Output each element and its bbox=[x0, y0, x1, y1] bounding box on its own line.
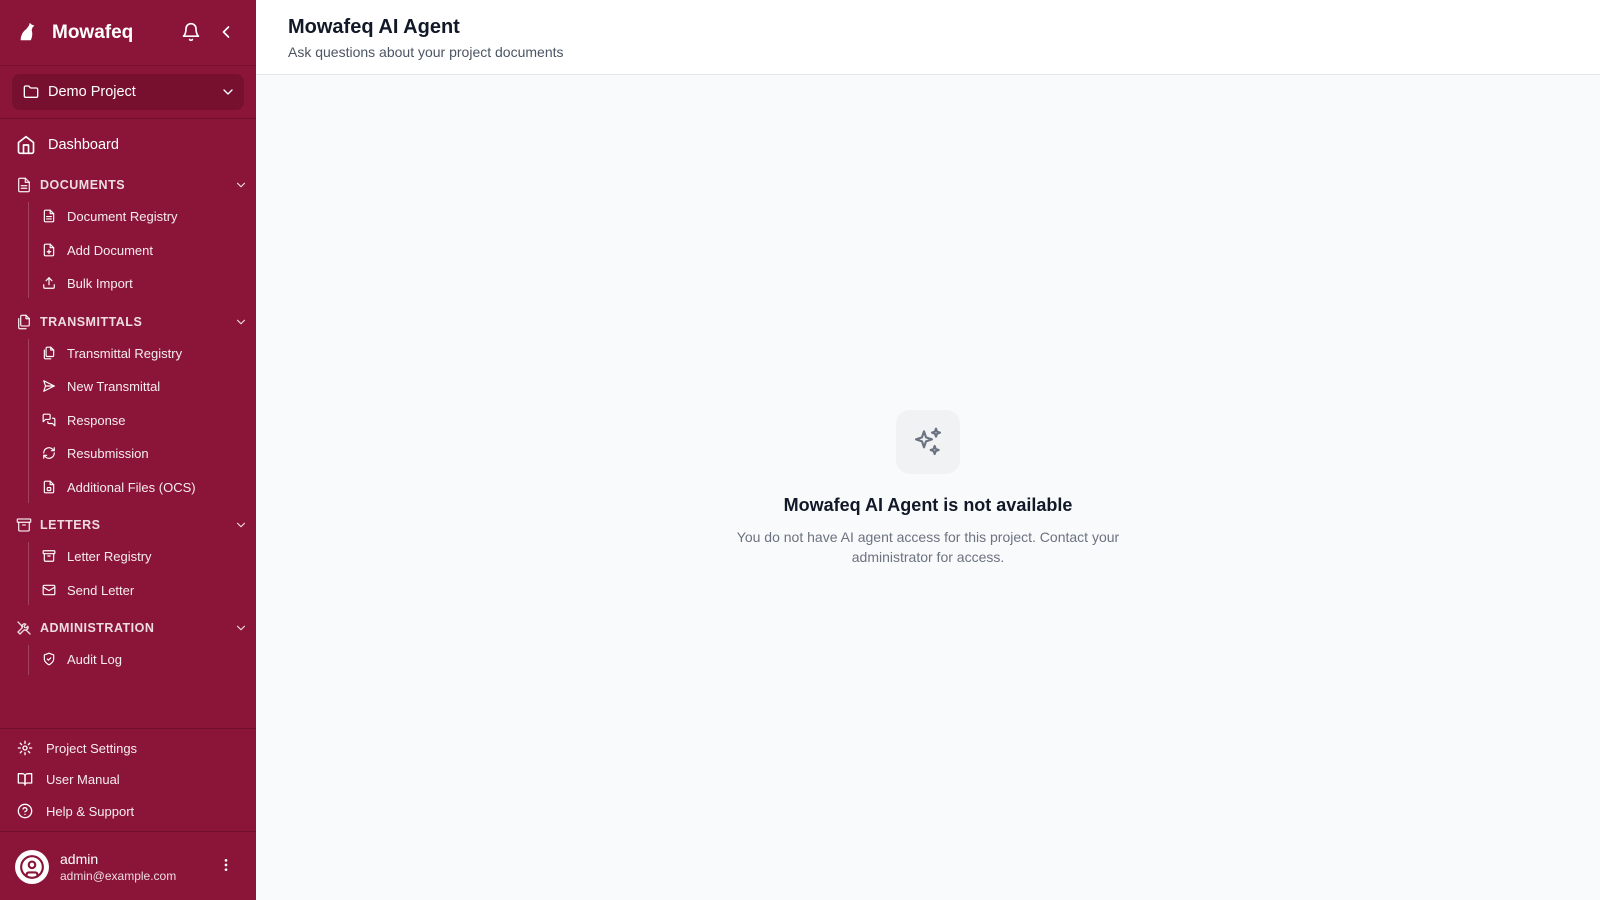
archive-icon bbox=[42, 550, 56, 562]
home-icon bbox=[17, 135, 35, 155]
nav-audit-log[interactable]: Audit Log bbox=[36, 645, 248, 673]
help-circle-icon bbox=[17, 803, 33, 819]
nav-resubmission[interactable]: Resubmission bbox=[36, 439, 248, 467]
file-text-icon bbox=[43, 209, 55, 223]
chevron-down-icon bbox=[223, 89, 233, 95]
divider bbox=[0, 831, 256, 832]
nav-dashboard[interactable]: Dashboard bbox=[0, 130, 256, 160]
sidebar: Mowafeq Demo Project Dashboard DOCUMENTS bbox=[0, 0, 256, 900]
section-transmittals-label: TRANSMITTALS bbox=[40, 315, 143, 329]
mail-icon bbox=[42, 584, 56, 596]
files-icon bbox=[43, 346, 55, 360]
chevron-down-icon bbox=[236, 182, 246, 188]
empty-state-description: You do not have AI agent access for this… bbox=[736, 529, 1120, 565]
section-guide-line bbox=[28, 645, 29, 675]
file-lock-icon bbox=[43, 480, 55, 494]
section-guide-line bbox=[28, 202, 29, 298]
nav-dashboard-label: Dashboard bbox=[48, 137, 119, 153]
nav-letter-registry[interactable]: Letter Registry bbox=[36, 542, 248, 570]
nav-new-transmittal-label: New Transmittal bbox=[67, 379, 161, 394]
section-guide-line bbox=[28, 339, 29, 503]
collapse-sidebar-icon[interactable] bbox=[216, 22, 236, 42]
refresh-icon bbox=[43, 447, 55, 459]
nav-document-registry[interactable]: Document Registry bbox=[36, 202, 248, 230]
section-administration-label: ADMINISTRATION bbox=[40, 621, 155, 635]
user-email: admin@example.com bbox=[60, 869, 177, 883]
app-brand: Mowafeq bbox=[52, 22, 134, 43]
chevron-down-icon bbox=[236, 319, 246, 325]
empty-state-icon-box bbox=[896, 410, 960, 474]
logo-icon bbox=[20, 22, 35, 41]
nav-user-manual[interactable]: User Manual bbox=[0, 766, 256, 792]
upload-icon bbox=[43, 277, 55, 289]
gear-icon bbox=[17, 740, 33, 756]
chevron-down-icon bbox=[236, 625, 246, 631]
nav-transmittal-registry-label: Transmittal Registry bbox=[67, 346, 183, 361]
nav-document-registry-label: Document Registry bbox=[67, 209, 178, 224]
page-header: Mowafeq AI Agent Ask questions about you… bbox=[256, 0, 1600, 75]
nav-user-manual-label: User Manual bbox=[46, 772, 120, 787]
archive-icon bbox=[16, 518, 32, 532]
project-selector-value: Demo Project bbox=[48, 84, 136, 100]
nav-add-document[interactable]: Add Document bbox=[36, 236, 248, 264]
nav-resubmission-label: Resubmission bbox=[67, 446, 149, 461]
nav-transmittal-registry[interactable]: Transmittal Registry bbox=[36, 339, 248, 367]
nav-additional-files[interactable]: Additional Files (OCS) bbox=[36, 473, 248, 501]
sparkles-icon bbox=[914, 427, 942, 456]
nav-help-support[interactable]: Help & Support bbox=[0, 798, 256, 824]
messages-icon bbox=[42, 413, 56, 427]
project-selector[interactable]: Demo Project bbox=[12, 74, 244, 110]
file-plus-icon bbox=[43, 243, 55, 257]
nav-response[interactable]: Response bbox=[36, 406, 248, 434]
section-letters-label: LETTERS bbox=[40, 518, 101, 532]
section-documents-label: DOCUMENTS bbox=[40, 178, 126, 192]
more-vertical-icon[interactable] bbox=[218, 857, 234, 873]
nav-help-support-label: Help & Support bbox=[46, 804, 135, 819]
page-subtitle: Ask questions about your project documen… bbox=[288, 44, 564, 60]
divider bbox=[0, 118, 256, 119]
empty-state-title: Mowafeq AI Agent is not available bbox=[783, 495, 1073, 515]
nav-send-letter-label: Send Letter bbox=[67, 583, 135, 598]
nav-new-transmittal[interactable]: New Transmittal bbox=[36, 372, 248, 400]
tools-icon bbox=[17, 621, 31, 635]
section-administration[interactable]: ADMINISTRATION bbox=[0, 617, 256, 639]
user-circle-icon bbox=[20, 855, 44, 879]
nav-letter-registry-label: Letter Registry bbox=[67, 549, 152, 564]
nav-send-letter[interactable]: Send Letter bbox=[36, 576, 248, 604]
user-name: admin bbox=[60, 851, 99, 867]
sidebar-header: Mowafeq bbox=[0, 0, 256, 66]
chevron-down-icon bbox=[236, 522, 246, 528]
nav-project-settings[interactable]: Project Settings bbox=[0, 735, 256, 761]
folder-icon bbox=[23, 85, 39, 98]
nav-bulk-import[interactable]: Bulk Import bbox=[36, 269, 248, 297]
divider bbox=[0, 728, 256, 729]
send-icon bbox=[43, 380, 55, 392]
files-icon bbox=[18, 314, 30, 330]
section-transmittals[interactable]: TRANSMITTALS bbox=[0, 311, 256, 333]
nav-bulk-import-label: Bulk Import bbox=[67, 276, 133, 291]
page-title: Mowafeq AI Agent bbox=[288, 16, 460, 38]
avatar[interactable] bbox=[15, 850, 49, 884]
section-documents[interactable]: DOCUMENTS bbox=[0, 174, 256, 196]
section-guide-line bbox=[28, 542, 29, 605]
nav-add-document-label: Add Document bbox=[67, 243, 153, 258]
file-text-icon bbox=[18, 177, 30, 193]
book-open-icon bbox=[17, 773, 33, 786]
bell-icon[interactable] bbox=[181, 22, 201, 42]
nav-audit-log-label: Audit Log bbox=[67, 652, 122, 667]
nav-project-settings-label: Project Settings bbox=[46, 741, 138, 756]
shield-check-icon bbox=[43, 652, 55, 666]
nav-response-label: Response bbox=[67, 413, 126, 428]
section-letters[interactable]: LETTERS bbox=[0, 514, 256, 536]
nav-additional-files-label: Additional Files (OCS) bbox=[67, 480, 196, 495]
